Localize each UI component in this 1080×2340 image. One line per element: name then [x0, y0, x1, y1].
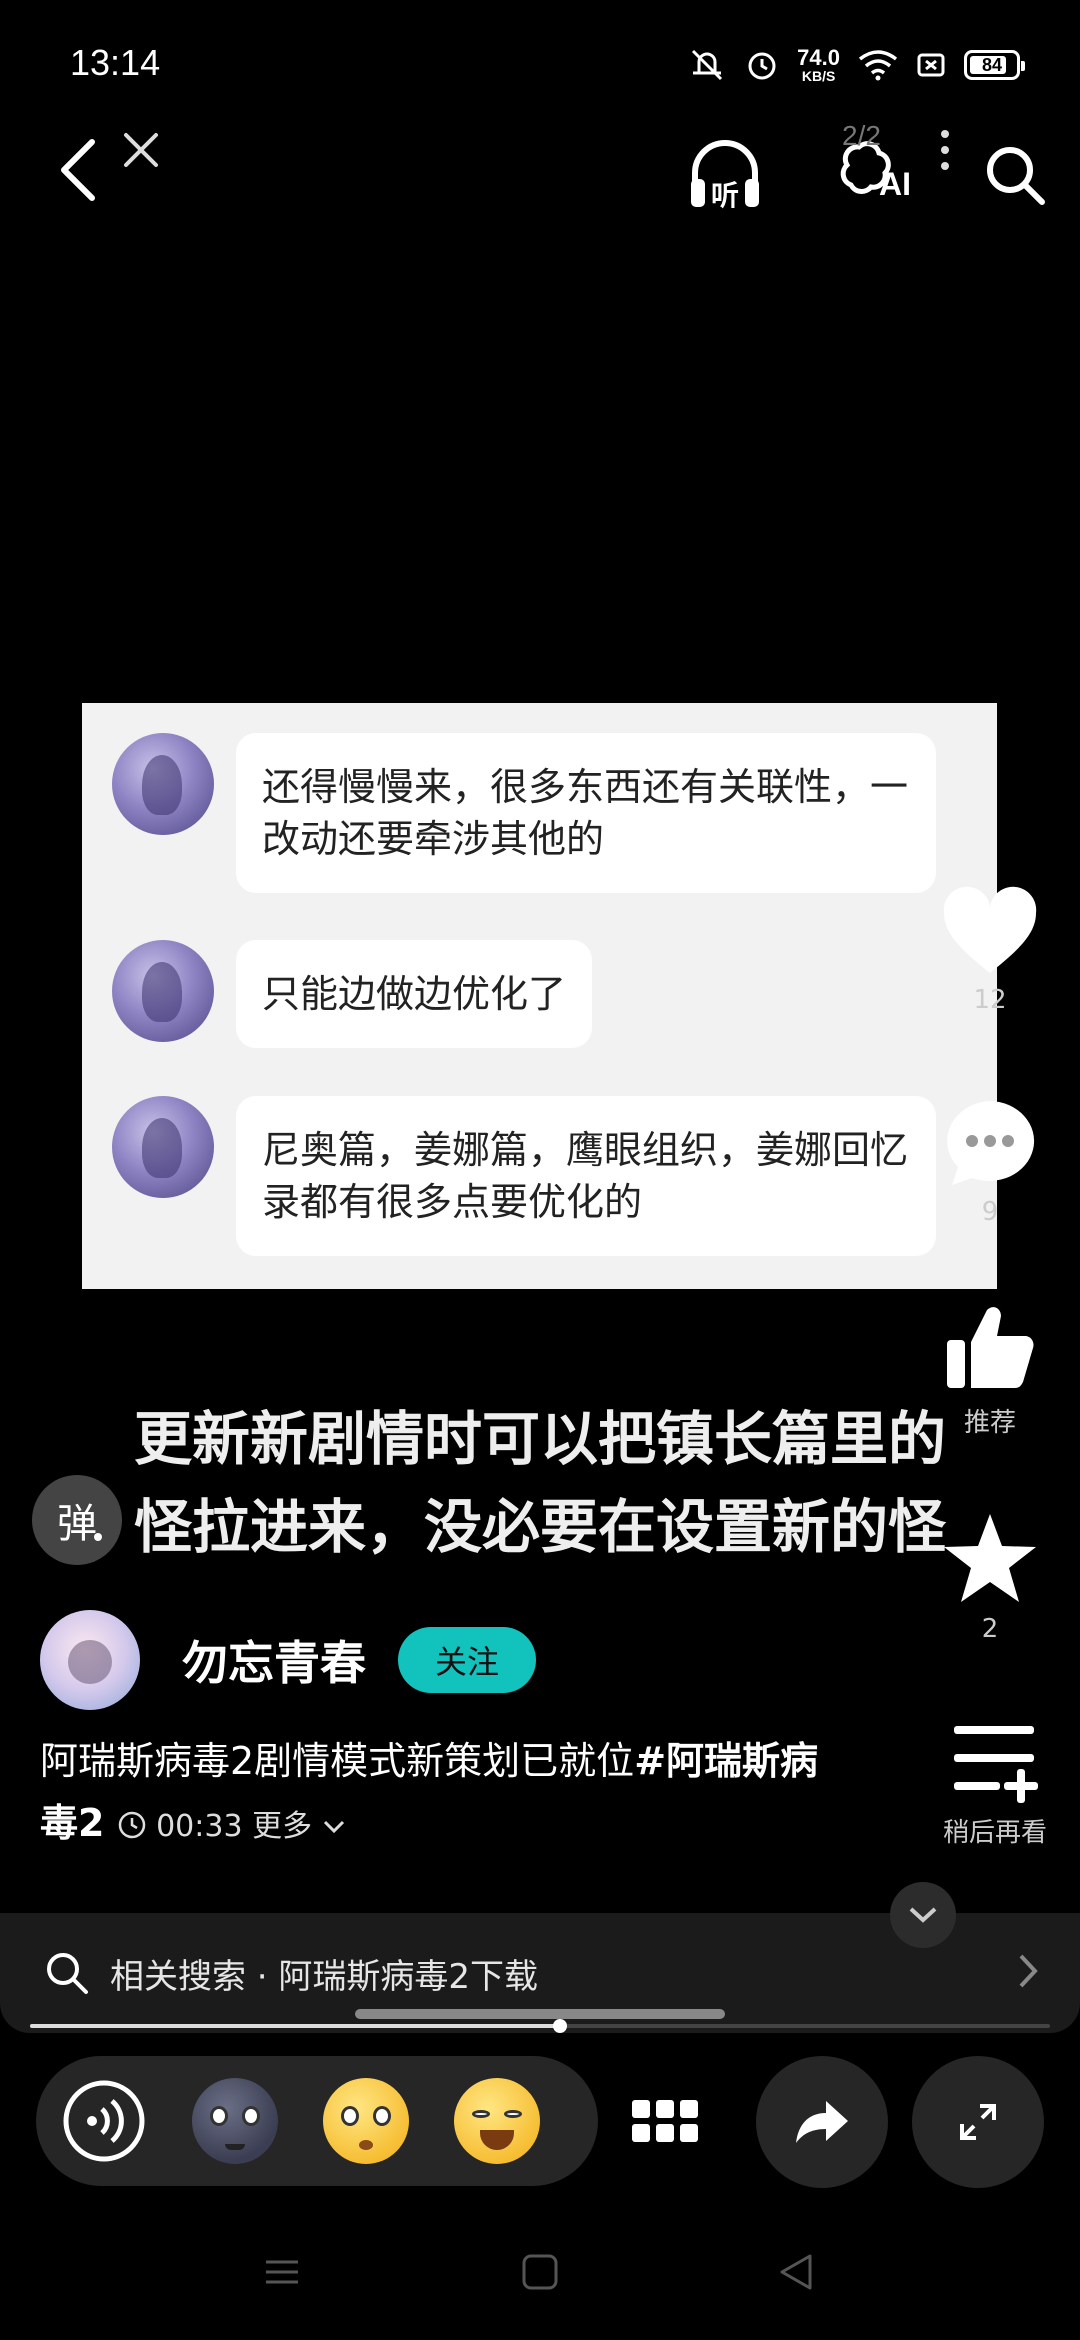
add-to-list-icon — [954, 1726, 1038, 1803]
grid-cell-icon — [656, 2124, 674, 2142]
danmaku-toggle-button[interactable]: 弹 — [32, 1475, 122, 1565]
subtitle-line: 更新新剧情时可以把镇长篇里的 — [133, 1405, 946, 1473]
recent-apps-icon[interactable] — [262, 2252, 302, 2292]
star-icon — [944, 1514, 1036, 1602]
wifi-icon — [858, 49, 898, 81]
more-link[interactable]: 更多 — [252, 1809, 312, 1844]
svg-text:AI: AI — [879, 166, 911, 202]
moon-face-emoji-button[interactable] — [192, 2078, 278, 2164]
like-button[interactable]: 12 — [930, 885, 1050, 1015]
status-time: 13:14 — [70, 42, 161, 83]
video-description[interactable]: 阿瑞斯病毒2剧情模式新策划已就位#阿瑞斯病毒2 00:33 更多 — [40, 1730, 820, 1858]
alarm-icon — [745, 48, 779, 82]
chat-message: 还得慢慢来，很多东西还有关联性，一改动还要牵涉其他的 — [112, 733, 936, 893]
chat-bubble: 还得慢慢来，很多东西还有关联性，一改动还要牵涉其他的 — [236, 733, 936, 893]
author-name[interactable]: 勿忘青春 — [182, 1627, 366, 1693]
headphones-listen-icon: 听 — [691, 140, 759, 212]
back-arrow-icon — [61, 139, 95, 201]
system-navigation-bar — [0, 2230, 1080, 2320]
share-button[interactable] — [756, 2056, 888, 2188]
status-icons: 74.0 KB/S 84 — [687, 40, 1025, 90]
grid-cell-icon — [632, 2100, 650, 2118]
chevron-down-icon — [909, 1907, 937, 1923]
chat-bubble: 尼奥篇，姜娜篇，鹰眼组织，姜娜回忆录都有很多点要优化的 — [236, 1096, 936, 1256]
sim-icon — [916, 50, 946, 80]
danmaku-dot-icon — [94, 1533, 102, 1541]
system-back-icon[interactable] — [776, 2252, 816, 2292]
recommend-label: 推荐 — [963, 1408, 1016, 1438]
search-icon — [47, 1953, 88, 1994]
ai-assistant-button[interactable]: 2/2 AI — [830, 120, 930, 218]
chat-message: 只能边做边优化了 — [112, 940, 593, 1048]
close-button[interactable] — [116, 125, 166, 175]
comment-button[interactable]: 9 — [930, 1095, 1050, 1227]
more-apps-grid-button[interactable] — [630, 2086, 700, 2156]
chat-avatar — [112, 940, 214, 1042]
grid-cell-icon — [656, 2100, 674, 2118]
more-dot-icon — [941, 146, 949, 154]
voice-input-button[interactable] — [56, 2073, 152, 2169]
author-row: 勿忘青春 关注 — [40, 1610, 536, 1710]
chevron-right-icon — [1019, 1954, 1038, 1988]
ai-count: 2/2 — [842, 120, 881, 151]
video-duration: 00:33 — [156, 1809, 243, 1844]
description-text: 阿瑞斯病毒2剧情模式新策划已就位 — [40, 1739, 635, 1783]
favorite-button[interactable]: 2 — [930, 1510, 1050, 1644]
author-avatar[interactable] — [40, 1610, 140, 1710]
video-progress-bar[interactable] — [30, 2019, 1050, 2033]
subtitle-line: 怪拉进来，没必要在设置新的怪 — [133, 1493, 946, 1561]
like-count: 12 — [973, 985, 1007, 1015]
battery-indicator: 84 — [964, 50, 1025, 80]
video-frame-chat-screenshot[interactable]: 还得慢慢来，很多东西还有关联性，一改动还要牵涉其他的 只能边做边优化了 尼奥篇，… — [82, 703, 997, 1289]
chat-avatar — [112, 733, 214, 835]
comment-count: 9 — [981, 1197, 999, 1227]
comment-bubble-icon — [947, 1101, 1035, 1185]
flushed-face-emoji-button[interactable] — [323, 2078, 409, 2164]
video-subtitle: 更新新剧情时可以把镇长篇里的 怪拉进来，没必要在设置新的怪 — [60, 1395, 1020, 1571]
grid-cell-icon — [680, 2100, 698, 2118]
progress-fill — [30, 2024, 561, 2028]
chevron-down-icon — [323, 1820, 344, 1834]
listen-button[interactable]: 听 — [680, 130, 770, 220]
more-menu-button[interactable] — [935, 120, 955, 180]
follow-button[interactable]: 关注 — [398, 1627, 536, 1693]
watch-later-label: 稍后再看 — [942, 1818, 1047, 1848]
share-arrow-icon — [796, 2101, 848, 2143]
top-nav: 听 2/2 AI — [0, 120, 1080, 220]
fullscreen-button[interactable] — [912, 2056, 1044, 2188]
watch-later-button[interactable]: 稍后再看 — [920, 1720, 1070, 1849]
voice-wave-icon — [63, 2080, 145, 2162]
search-button[interactable] — [975, 135, 1055, 215]
grid-cell-icon — [632, 2124, 650, 2142]
quick-reaction-bar — [36, 2056, 598, 2186]
back-button[interactable] — [48, 135, 108, 205]
grid-cell-icon — [680, 2124, 698, 2142]
thumbs-up-icon — [947, 1307, 1034, 1388]
fullscreen-expand-icon — [960, 2104, 996, 2140]
related-search-text: 相关搜索 · 阿瑞斯病毒2下载 — [110, 1956, 539, 1997]
search-icon — [987, 147, 1045, 205]
status-bar: 13:14 74.0 KB/S 84 — [0, 0, 1080, 110]
more-dot-icon — [941, 162, 949, 170]
svg-text:听: 听 — [711, 179, 739, 212]
clock-icon — [118, 1811, 145, 1839]
home-icon[interactable] — [520, 2252, 560, 2292]
panel-drag-handle[interactable] — [355, 2009, 725, 2019]
favorite-count: 2 — [981, 1614, 999, 1644]
chat-avatar — [112, 1096, 214, 1198]
chat-bubble: 只能边做边优化了 — [236, 940, 593, 1048]
net-speed: 74.0 KB/S — [797, 45, 840, 84]
recommend-button[interactable]: 推荐 — [930, 1300, 1050, 1439]
close-icon — [124, 133, 158, 167]
chat-message: 尼奥篇，姜娜篇，鹰眼组织，姜娜回忆录都有很多点要优化的 — [112, 1096, 936, 1256]
description-meta: 00:33 更多 — [117, 1809, 346, 1844]
danmaku-label: 弹 — [57, 1501, 97, 1547]
mute-bell-icon — [687, 47, 727, 83]
grinning-face-emoji-button[interactable] — [454, 2078, 540, 2164]
collapse-button[interactable] — [890, 1882, 956, 1948]
more-dot-icon — [941, 130, 949, 138]
heart-icon — [943, 886, 1037, 973]
